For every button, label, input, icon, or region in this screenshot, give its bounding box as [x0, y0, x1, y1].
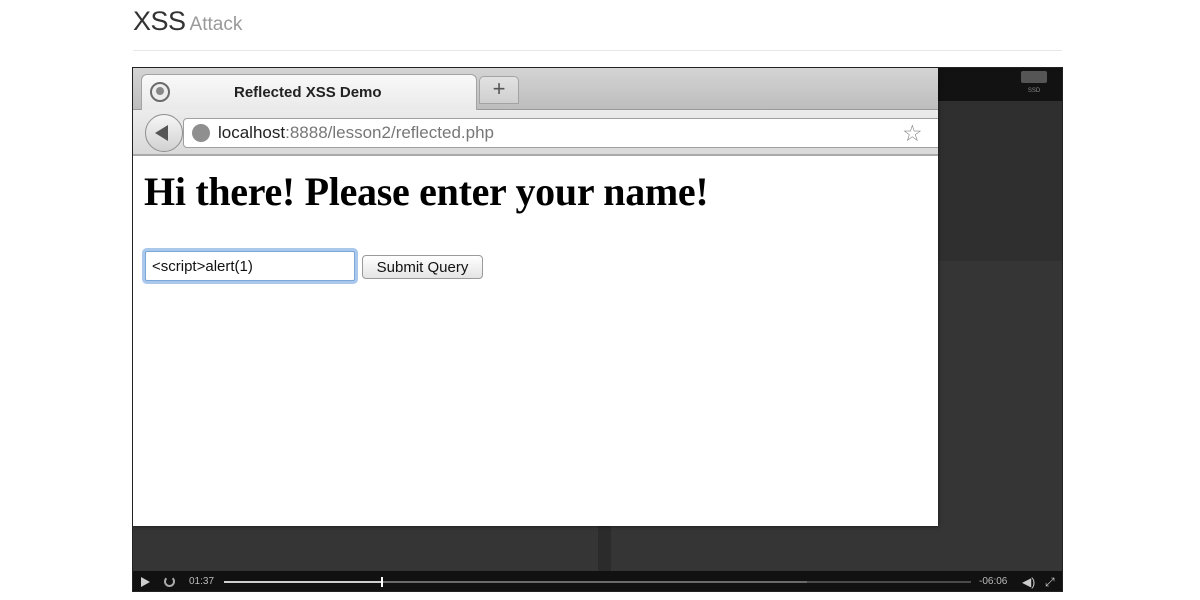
url-text: localhost:8888/lesson2/reflected.php: [218, 123, 494, 143]
url-host: localhost: [218, 123, 286, 142]
site-globe-icon: [192, 124, 210, 142]
progress-fill: [224, 581, 381, 583]
progress-slider[interactable]: [224, 577, 971, 587]
elapsed-time: 01:37: [189, 576, 215, 587]
navigation-bar: localhost:8888/lesson2/reflected.php ☆: [133, 110, 938, 156]
page-heading: Hi there! Please enter your name!: [144, 169, 709, 214]
progress-handle[interactable]: [380, 577, 383, 587]
play-icon[interactable]: [141, 577, 150, 587]
drive-label: SSD: [1027, 88, 1041, 94]
window-shadow: [598, 526, 611, 571]
tab-title: Reflected XSS Demo: [234, 84, 382, 101]
header-divider: [133, 50, 1062, 51]
back-button[interactable]: [145, 114, 183, 152]
new-tab-button[interactable]: +: [479, 76, 519, 104]
video-player[interactable]: SSD Reflected XSS Demo + localhost:8888/…: [132, 67, 1063, 592]
name-input[interactable]: [145, 251, 355, 281]
address-bar[interactable]: localhost:8888/lesson2/reflected.php ☆: [183, 118, 938, 148]
page-header: XSS Attack: [133, 6, 242, 40]
star-icon[interactable]: ☆: [902, 120, 923, 146]
tab-reflected-xss-demo[interactable]: Reflected XSS Demo: [141, 74, 477, 111]
remaining-time: -06:06: [979, 576, 1008, 587]
volume-icon[interactable]: ◀): [1022, 575, 1035, 589]
globe-icon: [150, 82, 170, 102]
page-content: Hi there! Please enter your name! Submit…: [133, 158, 938, 526]
desktop-background-area: [938, 101, 1062, 261]
url-path: :8888/lesson2/reflected.php: [285, 123, 494, 142]
drive-icon: [1021, 71, 1047, 83]
browser-window: Reflected XSS Demo + localhost:8888/less…: [133, 68, 938, 526]
replay-icon[interactable]: [164, 576, 175, 587]
tab-bar: Reflected XSS Demo +: [133, 68, 938, 111]
player-controls: 01:37 -06:06 ◀) ⤢: [133, 571, 1062, 591]
page-subtitle: Attack: [189, 14, 243, 35]
fullscreen-icon[interactable]: ⤢: [1045, 575, 1055, 589]
page-title: XSS: [133, 6, 186, 36]
submit-query-button[interactable]: Submit Query: [362, 255, 483, 279]
